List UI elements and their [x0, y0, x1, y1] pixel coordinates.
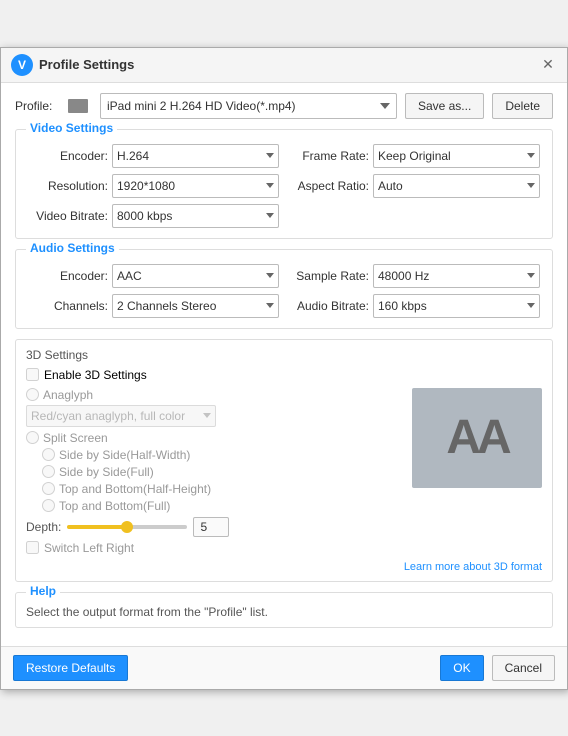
- delete-button[interactable]: Delete: [492, 93, 553, 119]
- splitscreen-radio[interactable]: [26, 431, 39, 444]
- videobitrate-label: Video Bitrate:: [28, 209, 108, 223]
- resolution-select[interactable]: 1920*1080: [112, 174, 279, 198]
- depth-slider[interactable]: [67, 525, 187, 529]
- samplerate-select[interactable]: 48000 Hz: [373, 264, 540, 288]
- topbottomhalf-row: Top and Bottom(Half-Height): [42, 482, 402, 496]
- topbottomfull-radio[interactable]: [42, 499, 55, 512]
- audio-settings-section: Audio Settings Encoder: AAC Sample Rate:…: [15, 249, 553, 329]
- close-button[interactable]: ✕: [539, 56, 557, 74]
- topbottomhalf-radio[interactable]: [42, 482, 55, 495]
- sidebyfull-label: Side by Side(Full): [59, 465, 154, 479]
- dialog-title: Profile Settings: [39, 57, 134, 72]
- anaglyph-select[interactable]: Red/cyan anaglyph, full color: [26, 405, 216, 427]
- enable-3d-checkbox[interactable]: [26, 368, 39, 381]
- audiobitrate-select[interactable]: 160 kbps: [373, 294, 540, 318]
- switch-row: Switch Left Right: [26, 541, 402, 555]
- threed-settings-section: 3D Settings Enable 3D Settings Anaglyph …: [15, 339, 553, 582]
- audio-encoder-row: Encoder: AAC: [28, 264, 279, 288]
- video-settings-content: Encoder: H.264 Frame Rate: Keep Original…: [16, 130, 552, 238]
- audio-settings-grid: Encoder: AAC Sample Rate: 48000 Hz Chann…: [28, 264, 540, 318]
- topbottomfull-row: Top and Bottom(Full): [42, 499, 402, 513]
- encoder-row: Encoder: H.264: [28, 144, 279, 168]
- preview-text: AA: [446, 410, 507, 465]
- framerate-select[interactable]: Keep Original: [373, 144, 540, 168]
- encoder-label: Encoder:: [28, 149, 108, 163]
- threed-left: Anaglyph Red/cyan anaglyph, full color S…: [26, 388, 402, 555]
- threed-main: Anaglyph Red/cyan anaglyph, full color S…: [26, 388, 542, 555]
- profile-row: Profile: iPad mini 2 H.264 HD Video(*.mp…: [15, 93, 553, 119]
- encoder-select[interactable]: H.264: [112, 144, 279, 168]
- aspectratio-row: Aspect Ratio: Auto: [289, 174, 540, 198]
- splitscreen-label: Split Screen: [43, 431, 108, 445]
- topbottomhalf-label: Top and Bottom(Half-Height): [59, 482, 211, 496]
- profile-settings-dialog: V Profile Settings ✕ Profile: iPad mini …: [0, 47, 568, 690]
- sidebyhalf-radio[interactable]: [42, 448, 55, 461]
- audio-encoder-select[interactable]: AAC: [112, 264, 279, 288]
- channels-label: Channels:: [28, 299, 108, 313]
- sidebyhalf-label: Side by Side(Half-Width): [59, 448, 190, 462]
- audiobitrate-row: Audio Bitrate: 160 kbps: [289, 294, 540, 318]
- aspectratio-select[interactable]: Auto: [373, 174, 540, 198]
- learn-more-link[interactable]: Learn more about 3D format: [404, 561, 542, 573]
- restore-defaults-button[interactable]: Restore Defaults: [13, 655, 128, 681]
- framerate-label: Frame Rate:: [289, 149, 369, 163]
- footer: Restore Defaults OK Cancel: [1, 646, 567, 689]
- app-icon: V: [11, 54, 33, 76]
- resolution-label: Resolution:: [28, 179, 108, 193]
- help-section: Help Select the output format from the "…: [15, 592, 553, 628]
- anaglyph-row: Anaglyph: [26, 388, 402, 402]
- depth-number[interactable]: 5: [193, 517, 229, 537]
- audio-encoder-label: Encoder:: [28, 269, 108, 283]
- learn-more-row: Learn more about 3D format: [26, 559, 542, 573]
- cancel-button[interactable]: Cancel: [492, 655, 555, 681]
- dialog-content: Profile: iPad mini 2 H.264 HD Video(*.mp…: [1, 83, 567, 646]
- profile-select[interactable]: iPad mini 2 H.264 HD Video(*.mp4): [100, 93, 397, 119]
- resolution-row: Resolution: 1920*1080: [28, 174, 279, 198]
- switch-checkbox[interactable]: [26, 541, 39, 554]
- audio-settings-content: Encoder: AAC Sample Rate: 48000 Hz Chann…: [16, 250, 552, 328]
- samplerate-row: Sample Rate: 48000 Hz: [289, 264, 540, 288]
- threed-preview: AA: [412, 388, 542, 488]
- videobitrate-select[interactable]: 8000 kbps: [112, 204, 279, 228]
- anaglyph-radio[interactable]: [26, 388, 39, 401]
- profile-icon: [68, 99, 88, 113]
- audio-settings-title: Audio Settings: [26, 241, 119, 255]
- sidebyfull-radio[interactable]: [42, 465, 55, 478]
- topbottomfull-label: Top and Bottom(Full): [59, 499, 170, 513]
- enable-3d-row: Enable 3D Settings: [26, 368, 542, 382]
- title-bar-left: V Profile Settings: [11, 54, 134, 76]
- switch-label: Switch Left Right: [44, 541, 134, 555]
- ok-button[interactable]: OK: [440, 655, 483, 681]
- channels-row: Channels: 2 Channels Stereo: [28, 294, 279, 318]
- anaglyph-label: Anaglyph: [43, 388, 93, 402]
- enable-3d-label: Enable 3D Settings: [44, 368, 147, 382]
- title-bar: V Profile Settings ✕: [1, 48, 567, 83]
- videobitrate-row: Video Bitrate: 8000 kbps: [28, 204, 279, 228]
- depth-label: Depth:: [26, 520, 61, 534]
- profile-label: Profile:: [15, 99, 60, 113]
- help-text: Select the output format from the "Profi…: [16, 593, 552, 627]
- aspectratio-label: Aspect Ratio:: [289, 179, 369, 193]
- depth-row: Depth: 5: [26, 517, 402, 537]
- samplerate-label: Sample Rate:: [289, 269, 369, 283]
- audiobitrate-label: Audio Bitrate:: [289, 299, 369, 313]
- video-settings-title: Video Settings: [26, 121, 117, 135]
- video-settings-grid: Encoder: H.264 Frame Rate: Keep Original…: [28, 144, 540, 228]
- splitscreen-row: Split Screen: [26, 431, 402, 445]
- framerate-row: Frame Rate: Keep Original: [289, 144, 540, 168]
- threed-title: 3D Settings: [26, 348, 542, 362]
- sidebyhalf-row: Side by Side(Half-Width): [42, 448, 402, 462]
- video-settings-section: Video Settings Encoder: H.264 Frame Rate…: [15, 129, 553, 239]
- channels-select[interactable]: 2 Channels Stereo: [112, 294, 279, 318]
- save-as-button[interactable]: Save as...: [405, 93, 484, 119]
- sidebyfull-row: Side by Side(Full): [42, 465, 402, 479]
- help-title: Help: [26, 584, 60, 598]
- footer-right: OK Cancel: [440, 655, 555, 681]
